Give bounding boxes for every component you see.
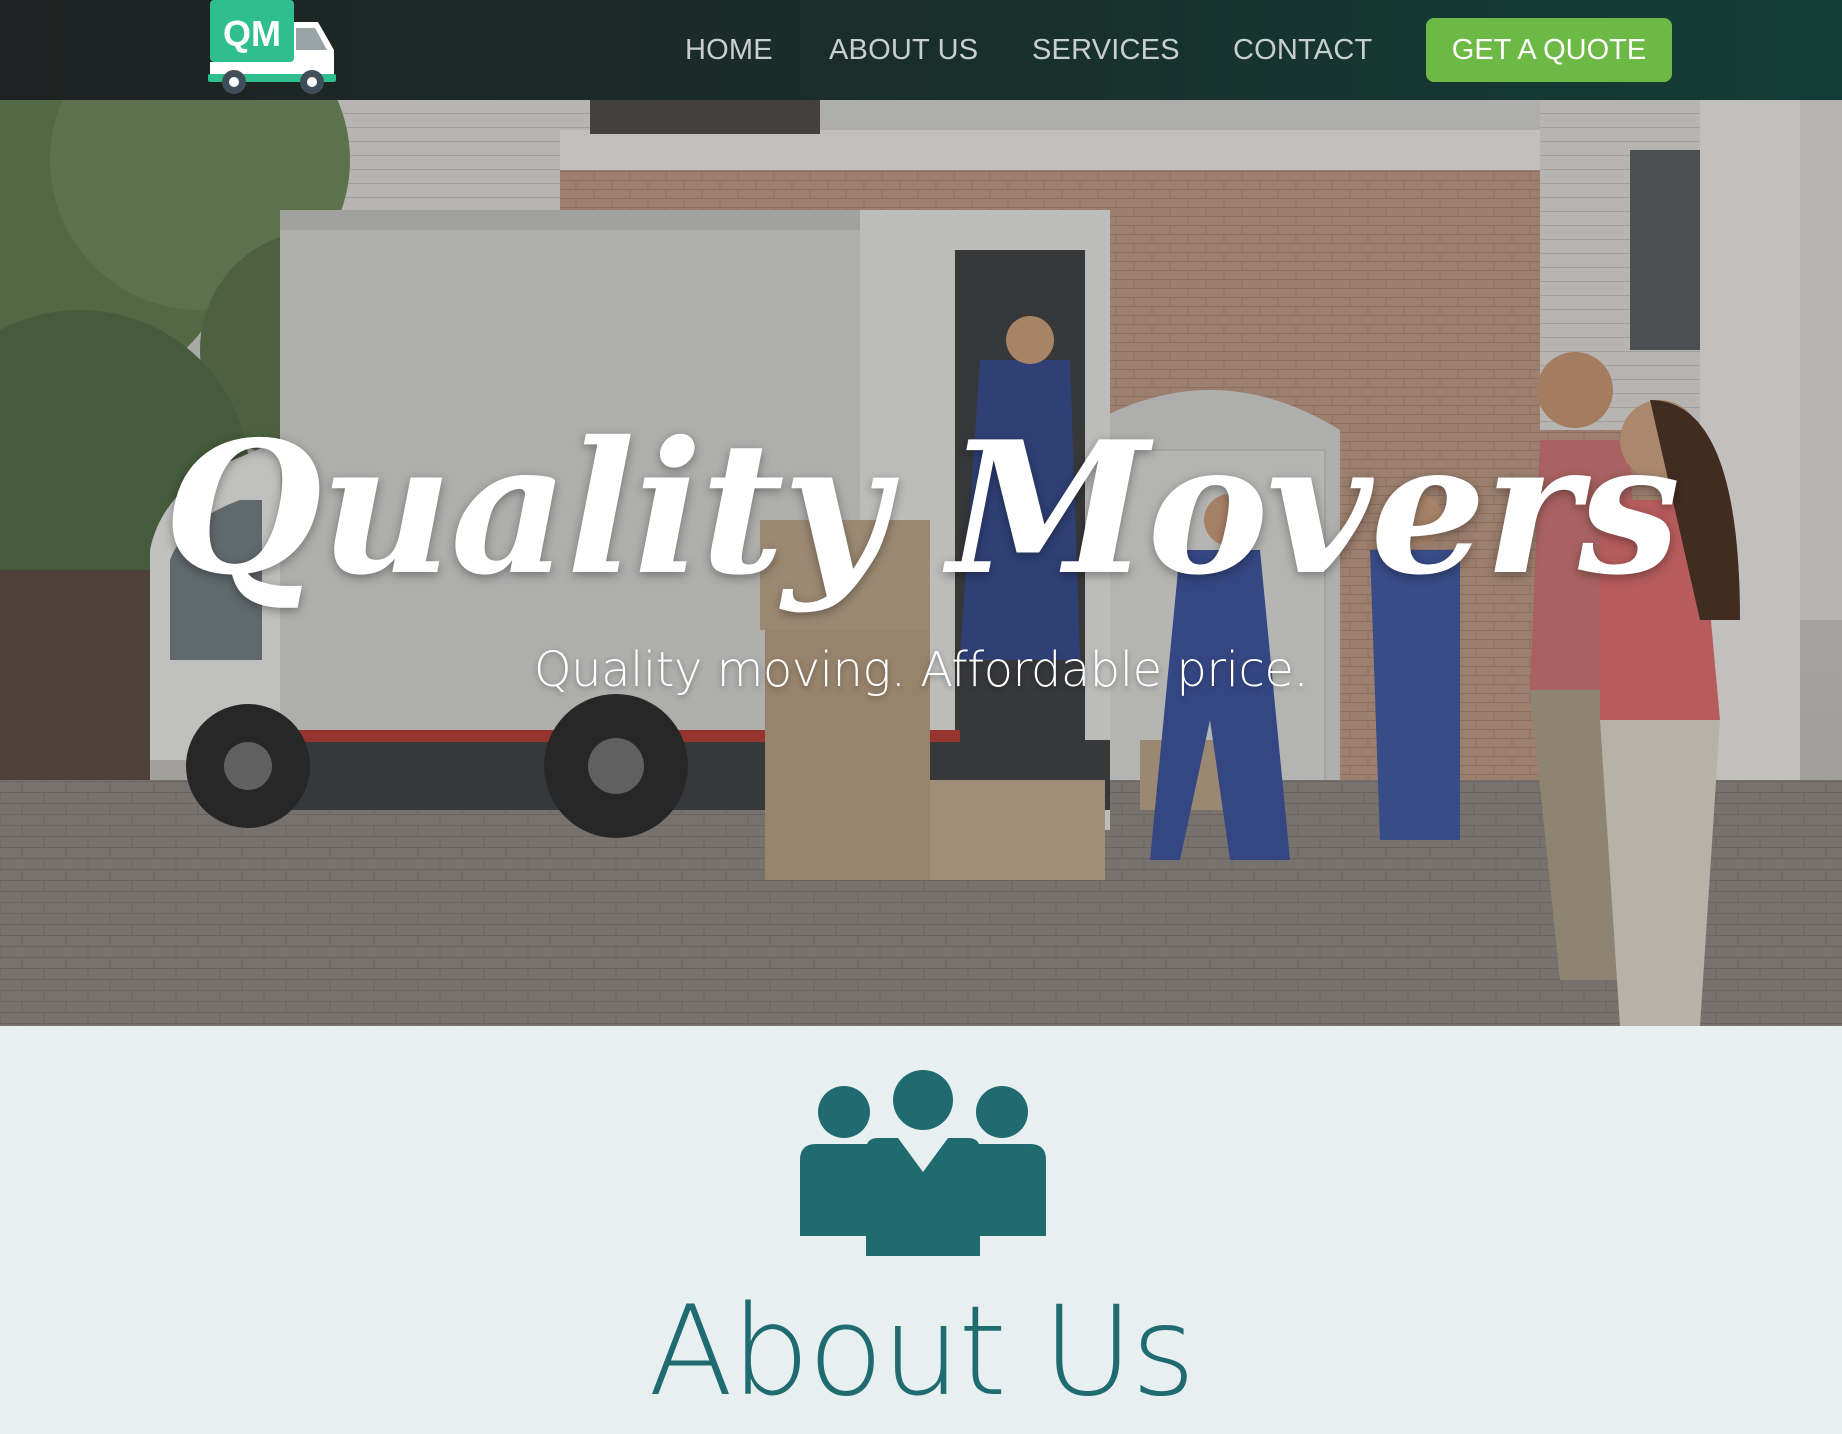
nav-home[interactable]: HOME: [685, 30, 773, 70]
nav-contact[interactable]: CONTACT: [1233, 30, 1372, 70]
about-title: About Us: [648, 1280, 1195, 1424]
get-a-quote-button[interactable]: GET A QUOTE: [1426, 18, 1672, 82]
navbar: QM HOME ABOUT US SERVICES CONTACT GET A …: [0, 0, 1842, 100]
about-section: About Us: [0, 1026, 1842, 1434]
nav-about-us[interactable]: ABOUT US: [829, 30, 978, 70]
hero-subtitle: Quality moving. Affordable price.: [533, 642, 1309, 698]
nav-services[interactable]: SERVICES: [1032, 30, 1180, 70]
hero-title: Quality Movers: [163, 401, 1680, 615]
hero-section: Quality Movers Quality moving. Affordabl…: [0, 100, 1842, 1026]
team-icon: [800, 1070, 1046, 1256]
